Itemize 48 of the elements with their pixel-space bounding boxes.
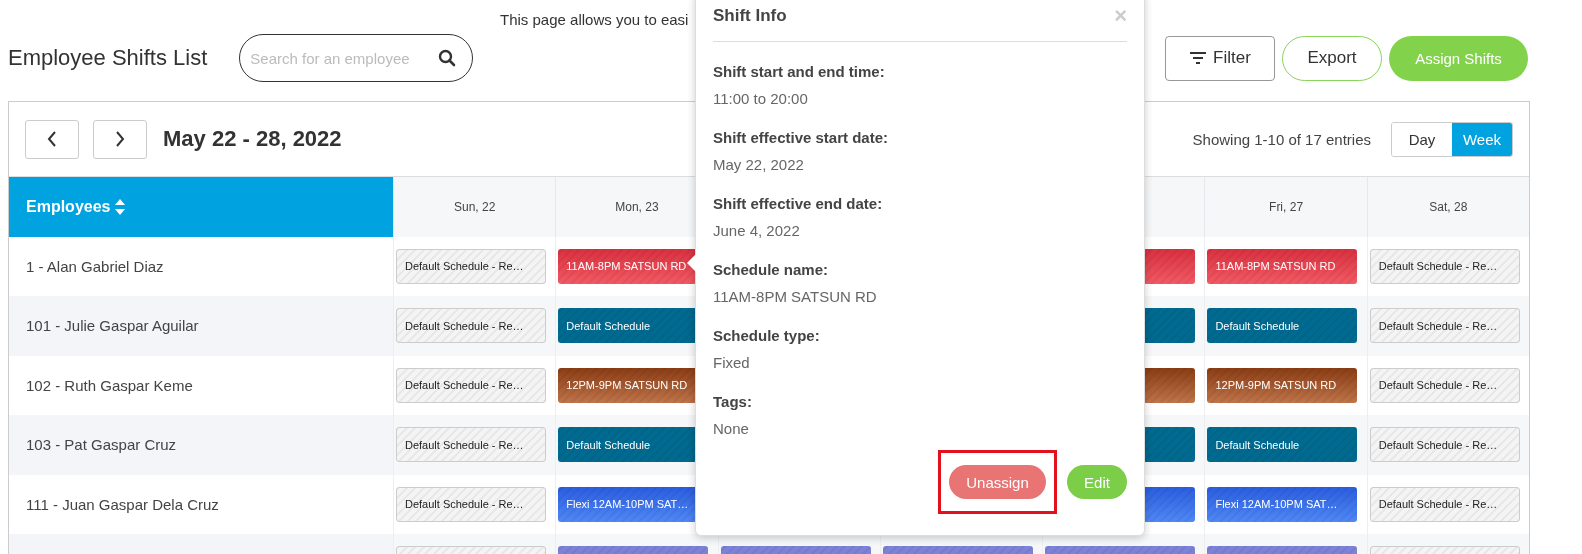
field-value: None — [713, 420, 750, 438]
field-label: Schedule name: — [713, 261, 830, 279]
sort-icon — [114, 198, 127, 216]
field-label: Schedule type: — [713, 327, 821, 345]
next-button[interactable] — [93, 119, 147, 159]
chevron-left-icon — [47, 131, 57, 147]
entries-count: Showing 1-10 of 17 entries — [1192, 130, 1371, 148]
previous-button[interactable] — [25, 119, 79, 159]
shift-block[interactable]: Default Schedule — [1207, 427, 1358, 463]
shift-block[interactable]: Default Schedule - Re… — [396, 427, 546, 463]
field-value: 11:00 to 20:00 — [713, 90, 809, 108]
chevron-right-icon — [115, 131, 125, 147]
filter-button[interactable]: Filter — [1165, 35, 1275, 81]
shift-block[interactable]: Default Schedule - Re… — [396, 367, 546, 403]
shift-block[interactable]: Default Schedule - Re… — [1369, 248, 1520, 284]
shift-block[interactable]: Default Schedule — [1207, 308, 1358, 344]
employee-name: 101 - Julie Gaspar Aguilar — [9, 296, 393, 356]
shift-block[interactable]: Flexi 12AM-10PM SAT… — [1207, 486, 1358, 522]
column-title: Employees — [26, 198, 111, 216]
page-title: Employee Shifts List — [8, 45, 208, 71]
field-label: Shift start and end time: — [713, 63, 886, 81]
shift-block[interactable]: Default Schedule - Re… — [1369, 427, 1520, 463]
search-icon — [438, 49, 457, 67]
shift-block[interactable]: Default Schedule - Re… — [1369, 486, 1520, 522]
shift-block[interactable]: Default Schedule - Re… — [396, 486, 546, 522]
field-value: May 22, 2022 — [713, 156, 805, 174]
day-header: Fri, 27 — [1204, 177, 1367, 237]
field-value: June 4, 2022 — [713, 222, 801, 240]
field-label: Shift effective start date: — [713, 129, 890, 147]
shift-block[interactable]: Default Schedule - Re… — [396, 248, 546, 284]
shift-block[interactable]: Default Schedule - Re… — [1369, 367, 1520, 403]
day-header: Sun, 22 — [393, 177, 556, 237]
search-field[interactable]: Search for an employee — [239, 34, 474, 82]
shift-block[interactable]: Default Schedule - Re… — [1369, 308, 1520, 344]
export-button[interactable]: Export — [1282, 35, 1382, 81]
field-label: Shift effective end date: — [713, 195, 884, 213]
shift-block[interactable]: 11AM-8PM SATSUN RD — [1207, 248, 1358, 284]
popover-title: Shift Info — [713, 6, 787, 26]
employee-name: 103 - Pat Gaspar Cruz — [9, 415, 393, 475]
date-range: May 22 - 28, 2022 — [163, 126, 342, 152]
shift-block[interactable]: 12PM-9PM SATSUN RD — [1207, 367, 1358, 403]
filter-icon — [1189, 51, 1208, 65]
field-value: 11AM-8PM SATSUN RD — [713, 288, 878, 306]
intro-text: This page allows you to easi — [500, 11, 689, 29]
field-label: Tags: — [713, 393, 753, 411]
field-value: Fixed — [713, 354, 751, 372]
shift-block[interactable]: Default Schedule - Re… — [396, 308, 546, 344]
day-header: Sat, 28 — [1366, 177, 1529, 237]
